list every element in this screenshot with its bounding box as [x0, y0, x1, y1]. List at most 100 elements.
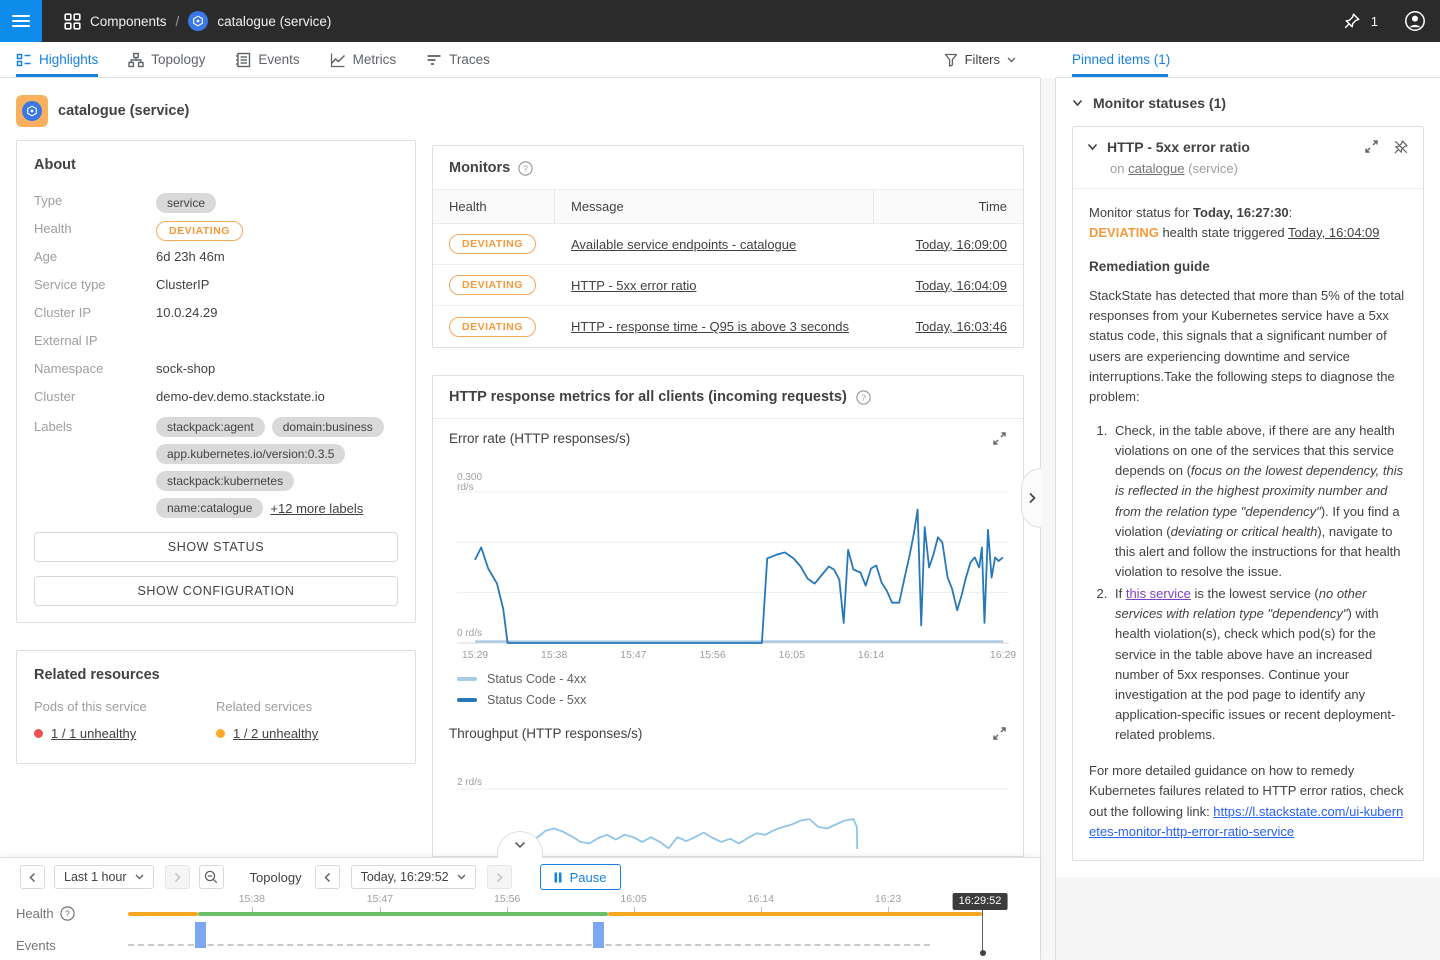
text-segment: Monitor status for	[1089, 205, 1193, 220]
breadcrumb-section[interactable]: Components	[90, 14, 167, 29]
event-marker[interactable]	[593, 922, 604, 948]
error-rate-expand-icon[interactable]	[992, 431, 1007, 446]
events-timeline-track	[128, 944, 930, 946]
text-segment: is the lowest service (	[1191, 586, 1319, 601]
about-row-value: ClusterIP	[156, 275, 209, 292]
top-bar: Components / catalogue (service) 1	[0, 0, 1440, 42]
pinned-card-expand-icon[interactable]	[1364, 139, 1379, 155]
throughput-expand-icon[interactable]	[992, 726, 1007, 741]
tab-topology[interactable]: Topology	[128, 42, 205, 77]
about-row: Age6d 23h 46m	[34, 247, 398, 275]
tab-metrics[interactable]: Metrics	[330, 42, 397, 77]
label-chip: name:catalogue	[156, 498, 263, 518]
monitor-time-link[interactable]: Today, 16:09:00	[915, 237, 1007, 252]
metrics-icon	[330, 52, 346, 68]
tab-traces[interactable]: Traces	[426, 42, 490, 77]
legend-item: Status Code - 4xx	[457, 672, 1023, 686]
related-resources-card: Related resources Pods of this service1 …	[16, 650, 416, 764]
svg-text:?: ?	[65, 909, 70, 919]
legend-label: Status Code - 4xx	[487, 672, 586, 686]
zoom-out-button[interactable]	[199, 865, 224, 889]
tab-label: Traces	[449, 52, 490, 67]
label-chip: app.kubernetes.io/version:0.3.5	[156, 444, 345, 464]
labels-label: Labels	[34, 417, 156, 434]
health-timeline-segment	[608, 912, 982, 916]
entity-title: catalogue (service)	[58, 103, 189, 119]
svg-text:rd/s: rd/s	[457, 482, 474, 493]
svg-text:16:29: 16:29	[990, 649, 1016, 661]
panel-empty-area	[1056, 877, 1440, 960]
svg-text:16:14: 16:14	[858, 649, 884, 661]
remediation-footer: For more detailed guidance on how to rem…	[1089, 761, 1407, 842]
user-avatar-icon[interactable]	[1404, 10, 1426, 32]
pinned-items-tab[interactable]: Pinned items (1)	[1072, 52, 1170, 67]
unpin-icon[interactable]	[1393, 139, 1409, 155]
view-tabbar: Highlights Topology Events Metrics Traces Fil…	[0, 42, 1040, 78]
tab-label: Highlights	[39, 52, 98, 67]
svg-text:0 rd/s: 0 rd/s	[457, 628, 482, 639]
label-chip: stackpack:agent	[156, 417, 265, 437]
breadcrumb-item: catalogue (service)	[217, 14, 331, 29]
current-time-dropdown[interactable]: Today, 16:29:52	[351, 865, 476, 889]
health-timeline-segment	[198, 912, 608, 916]
event-marker[interactable]	[195, 922, 206, 948]
hamburger-menu-button[interactable]	[0, 0, 42, 42]
inline-link[interactable]: Today, 16:04:09	[1288, 225, 1380, 240]
panel-divider	[1040, 78, 1056, 960]
timeline-tick-label: 16:14	[748, 893, 774, 905]
show-configuration-button[interactable]: SHOW CONFIGURATION	[34, 576, 398, 606]
health-help-icon[interactable]: ?	[60, 906, 75, 921]
about-row: Namespacesock-shop	[34, 359, 398, 387]
monitors-help-icon[interactable]: ?	[518, 161, 533, 176]
monitors-column-header: Message	[555, 190, 873, 223]
related-resource-link[interactable]: 1 / 1 unhealthy	[51, 726, 136, 741]
traces-icon	[426, 52, 442, 68]
time-range-forward-button	[165, 865, 190, 889]
http-metrics-card: HTTP response metrics for all clients (i…	[432, 375, 1024, 857]
pin-icon[interactable]	[1343, 12, 1361, 30]
about-row-label: Cluster IP	[34, 303, 156, 320]
filters-control[interactable]: Filters	[944, 42, 1040, 77]
monitor-time-link[interactable]: Today, 16:04:09	[915, 278, 1007, 293]
health-dot	[34, 729, 43, 738]
remediation-step: If this service is the lowest service (n…	[1111, 584, 1407, 745]
time-back-button[interactable]	[315, 865, 340, 889]
monitor-message-link[interactable]: HTTP - response time - Q95 is above 3 se…	[571, 319, 849, 334]
http-metrics-help-icon[interactable]: ?	[856, 390, 871, 405]
timeline-tick-label: 15:47	[367, 893, 393, 905]
related-resource-group: Related services1 / 2 unhealthy	[216, 699, 398, 741]
chart-legend: Status Code - 4xxStatus Code - 5xx	[433, 664, 1023, 716]
about-row: Typeservice	[34, 191, 398, 219]
monitor-statuses-chevron-icon[interactable]	[1072, 99, 1083, 107]
filters-chevron-icon	[1007, 57, 1016, 63]
about-row-value: sock-shop	[156, 359, 215, 376]
about-row: Clusterdemo-dev.demo.stackstate.io	[34, 387, 398, 415]
current-time-marker-dot	[980, 950, 986, 956]
related-resources-title: Related resources	[34, 667, 398, 683]
entity-icon	[16, 95, 48, 127]
monitor-row: DEVIATINGAvailable service endpoints - c…	[433, 224, 1023, 265]
pinned-card-target-link[interactable]: catalogue	[1128, 161, 1184, 176]
pinned-items-panel: Pinned items (1) Monitor statuses (1) HT…	[1056, 42, 1440, 960]
time-range-back-button[interactable]	[20, 865, 45, 889]
tab-label: Topology	[151, 52, 205, 67]
monitor-message-link[interactable]: HTTP - 5xx error ratio	[571, 278, 696, 293]
remediation-guide-title: Remediation guide	[1089, 257, 1407, 278]
monitor-trigger-line: DEVIATING health state triggered Today, …	[1089, 223, 1407, 243]
remediation-step-link[interactable]: this service	[1126, 586, 1191, 601]
monitor-message-link[interactable]: Available service endpoints - catalogue	[571, 237, 796, 252]
current-time-tooltip: 16:29:52	[953, 893, 1008, 910]
timeline-tick-label: 16:05	[620, 893, 646, 905]
tab-events[interactable]: Events	[235, 42, 299, 77]
pinned-card-chevron-icon[interactable]	[1087, 143, 1098, 151]
related-resource-link[interactable]: 1 / 2 unhealthy	[233, 726, 318, 741]
show-status-button[interactable]: SHOW STATUS	[34, 532, 398, 562]
pause-button[interactable]: Pause	[540, 864, 621, 890]
more-labels-link[interactable]: +12 more labels	[270, 501, 363, 516]
panel-collapse-handle[interactable]	[1021, 468, 1041, 528]
filters-label: Filters	[965, 52, 1000, 67]
time-range-dropdown[interactable]: Last 1 hour	[54, 865, 154, 889]
tab-highlights[interactable]: Highlights	[16, 42, 98, 77]
monitor-time-link[interactable]: Today, 16:03:46	[915, 319, 1007, 334]
monitor-row: DEVIATINGHTTP - 5xx error ratioToday, 16…	[433, 265, 1023, 306]
